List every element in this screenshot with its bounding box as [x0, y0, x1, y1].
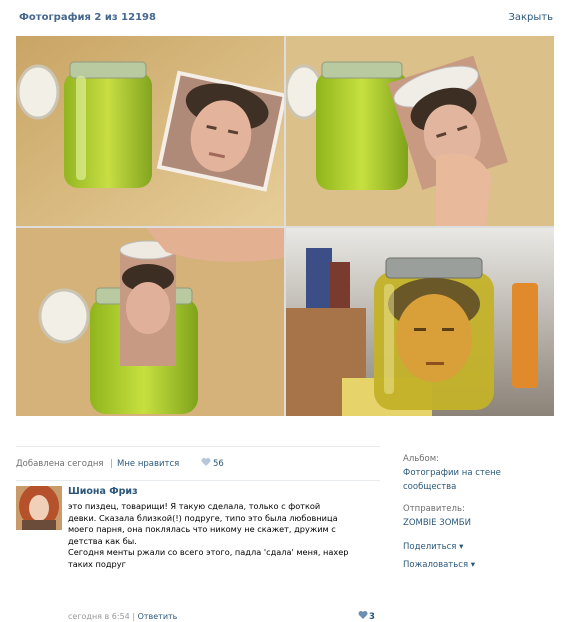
sender-link[interactable]: ZOMBIE ЗОМБИ: [403, 518, 471, 528]
added-date: Добавлена сегодня: [16, 459, 104, 469]
report-button[interactable]: Пожаловаться ▾: [403, 560, 475, 570]
photo-image[interactable]: [16, 36, 554, 416]
comment-item: Шиона Фриз это пиздец, товарищи! Я такую…: [16, 480, 380, 622]
like-button[interactable]: Мне нравится: [117, 459, 179, 469]
photo-viewer: Фотография 2 из 12198 Закрыть Добавлена …: [0, 0, 571, 622]
share-button[interactable]: Поделиться ▾: [403, 542, 463, 552]
comment-meta: сегодня в 6:54 | Ответить: [68, 612, 177, 621]
heart-icon[interactable]: [201, 457, 211, 467]
comment-time[interactable]: сегодня в 6:54: [68, 612, 130, 621]
photo-inserted-illustration: [16, 228, 284, 416]
photo-info: Добавлена сегодня | Мне нравится 56 Шион…: [16, 446, 380, 622]
close-button[interactable]: Закрыть: [508, 12, 553, 23]
comment-divider: |: [132, 612, 136, 621]
jar-and-face-illustration: [16, 36, 284, 226]
comment-heart-icon[interactable]: [358, 610, 368, 620]
comment-text: это пиздец, товарищи! Я такую сделала, т…: [68, 501, 349, 569]
comment-like-count: 3: [369, 612, 375, 622]
meta-separator: |: [110, 459, 113, 469]
photo-panel-3: [16, 228, 284, 416]
photo-panel-1: [16, 36, 284, 226]
sender-label: Отправитель:: [403, 504, 465, 514]
rolled-photo-illustration: [286, 36, 554, 226]
photo-counter-title: Фотография 2 из 12198: [19, 12, 156, 23]
photo-panel-4: [286, 228, 554, 416]
album-label: Альбом:: [403, 454, 439, 464]
viewer-header: Фотография 2 из 12198 Закрыть: [0, 0, 571, 36]
album-link[interactable]: Фотографии на стене сообщества: [403, 466, 513, 494]
head-in-jar-illustration: [286, 228, 554, 416]
avatar[interactable]: [16, 486, 62, 530]
reply-button[interactable]: Ответить: [138, 612, 178, 621]
like-count: 56: [213, 459, 224, 469]
comment-author[interactable]: Шиона Фриз: [68, 486, 138, 497]
photo-meta-bar: Добавлена сегодня | Мне нравится 56: [16, 446, 380, 481]
photo-panel-2: [286, 36, 554, 226]
